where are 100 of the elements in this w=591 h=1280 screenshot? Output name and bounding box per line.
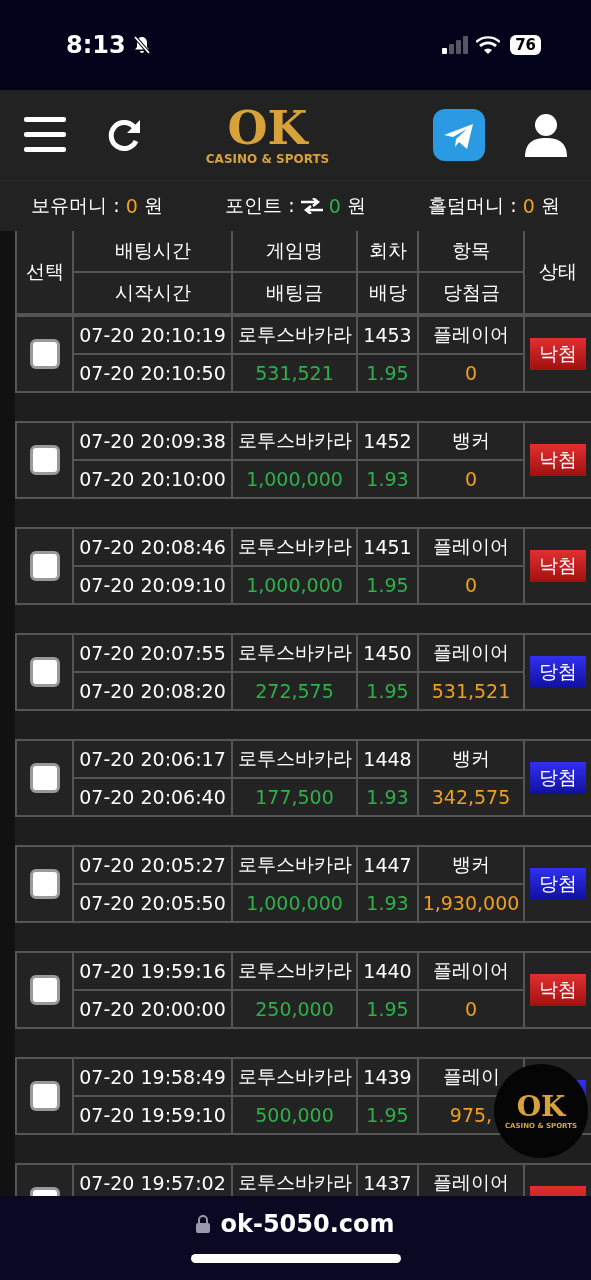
balance-value: 0 bbox=[328, 195, 341, 217]
game-name-cell: 로투스바카라 bbox=[233, 423, 356, 459]
payout-cell: 0 bbox=[419, 567, 523, 603]
currency-unit: 원 bbox=[346, 193, 366, 218]
row-checkbox[interactable] bbox=[29, 975, 60, 1005]
swap-arrows-icon bbox=[300, 198, 323, 214]
column-header: 배팅금 bbox=[233, 273, 356, 313]
stake-cell: 1,000,000 bbox=[233, 567, 356, 603]
stake-cell: 250,000 bbox=[233, 991, 356, 1027]
column-header: 항목 bbox=[419, 231, 523, 271]
column-header: 당첨금 bbox=[419, 273, 523, 313]
bet-item-cell: 플레이어 bbox=[419, 635, 523, 671]
bet-item-cell: 뱅커 bbox=[419, 423, 523, 459]
stake-cell: 500,000 bbox=[233, 1097, 356, 1133]
bet-time-cell: 07-20 20:08:46 bbox=[74, 529, 231, 565]
bet-item-cell: 뱅커 bbox=[419, 847, 523, 883]
stake-cell: 272,575 bbox=[233, 673, 356, 709]
bet-item-cell: 뱅커 bbox=[419, 741, 523, 777]
column-header: 게임명 bbox=[233, 231, 356, 271]
bet-time-cell: 07-20 20:10:19 bbox=[74, 317, 231, 353]
odds-cell: 1.95 bbox=[358, 567, 417, 603]
bet-time-cell: 07-20 19:58:49 bbox=[74, 1059, 231, 1095]
logo-mark: OK bbox=[227, 104, 308, 152]
round-cell: 1448 bbox=[358, 741, 417, 777]
odds-cell: 1.93 bbox=[358, 779, 417, 815]
start-time-cell: 07-20 19:59:10 bbox=[74, 1097, 231, 1133]
currency-unit: 원 bbox=[143, 193, 163, 218]
start-time-cell: 07-20 20:10:00 bbox=[74, 461, 231, 497]
row-checkbox[interactable] bbox=[29, 339, 60, 369]
round-cell: 1450 bbox=[358, 635, 417, 671]
status-badge: 낙첨 bbox=[530, 550, 586, 582]
status-badge: 낙첨 bbox=[530, 444, 586, 476]
start-time-cell: 07-20 20:08:20 bbox=[74, 673, 231, 709]
bet-time-cell: 07-20 19:59:16 bbox=[74, 953, 231, 989]
status-badge: 당첨 bbox=[530, 656, 586, 688]
balance-value: 0 bbox=[522, 195, 535, 217]
game-name-cell: 로투스바카라 bbox=[233, 529, 356, 565]
stake-cell: 1,000,000 bbox=[233, 885, 356, 921]
row-checkbox[interactable] bbox=[29, 869, 60, 899]
wifi-icon bbox=[476, 36, 501, 54]
game-name-cell: 로투스바카라 bbox=[233, 1059, 356, 1095]
start-time-cell: 07-20 20:00:00 bbox=[74, 991, 231, 1027]
odds-cell: 1.93 bbox=[358, 885, 417, 921]
bet-time-cell: 07-20 20:06:17 bbox=[74, 741, 231, 777]
bet-time-cell: 07-20 20:07:55 bbox=[74, 635, 231, 671]
refresh-icon[interactable] bbox=[106, 117, 142, 153]
round-cell: 1440 bbox=[358, 953, 417, 989]
url-text[interactable]: ok-5050.com bbox=[220, 1210, 395, 1238]
game-name-cell: 로투스바카라 bbox=[233, 317, 356, 353]
payout-cell: 0 bbox=[419, 355, 523, 391]
payout-cell: 1,930,000 bbox=[419, 885, 523, 921]
column-header: 상태 bbox=[525, 231, 591, 313]
odds-cell: 1.95 bbox=[358, 355, 417, 391]
signal-icon bbox=[442, 36, 471, 54]
menu-icon[interactable] bbox=[24, 117, 66, 153]
user-icon[interactable] bbox=[525, 113, 567, 157]
payout-cell: 531,521 bbox=[419, 673, 523, 709]
game-name-cell: 로투스바카라 bbox=[233, 635, 356, 671]
round-cell: 1453 bbox=[358, 317, 417, 353]
column-header: 시작시간 bbox=[74, 273, 231, 313]
column-header: 배당 bbox=[358, 273, 417, 313]
status-badge: 당첨 bbox=[530, 762, 586, 794]
stake-cell: 177,500 bbox=[233, 779, 356, 815]
row-checkbox[interactable] bbox=[29, 657, 60, 687]
payout-cell: 0 bbox=[419, 991, 523, 1027]
row-checkbox[interactable] bbox=[29, 763, 60, 793]
clock-time: 8:13 bbox=[66, 31, 126, 59]
row-checkbox[interactable] bbox=[29, 551, 60, 581]
lock-icon bbox=[196, 1215, 211, 1233]
column-header: 배팅시간 bbox=[74, 231, 231, 271]
bet-item-cell: 플레이어 bbox=[419, 317, 523, 353]
odds-cell: 1.95 bbox=[358, 1097, 417, 1133]
balance-label: 포인트 : bbox=[225, 193, 295, 218]
column-header: 회차 bbox=[358, 231, 417, 271]
bet-item-cell: 플레이어 bbox=[419, 529, 523, 565]
game-name-cell: 로투스바카라 bbox=[233, 847, 356, 883]
row-checkbox[interactable] bbox=[29, 1081, 60, 1111]
round-cell: 1452 bbox=[358, 423, 417, 459]
round-cell: 1451 bbox=[358, 529, 417, 565]
battery-level: 76 bbox=[510, 35, 541, 55]
bet-item-cell: 플레이어 bbox=[419, 1165, 523, 1196]
bet-time-cell: 07-20 19:57:02 bbox=[74, 1165, 231, 1196]
bet-item-cell: 플레이어 bbox=[419, 953, 523, 989]
status-badge: 낙첨 bbox=[530, 338, 586, 370]
muted-bell-icon bbox=[131, 35, 152, 55]
stake-cell: 531,521 bbox=[233, 355, 356, 391]
stake-cell: 1,000,000 bbox=[233, 461, 356, 497]
odds-cell: 1.95 bbox=[358, 673, 417, 709]
column-header: 선택 bbox=[17, 231, 72, 313]
balance-label: 홀덤머니 : bbox=[428, 193, 517, 218]
currency-unit: 원 bbox=[540, 193, 560, 218]
game-name-cell: 로투스바카라 bbox=[233, 741, 356, 777]
game-name-cell: 로투스바카라 bbox=[233, 953, 356, 989]
payout-cell: 342,575 bbox=[419, 779, 523, 815]
start-time-cell: 07-20 20:06:40 bbox=[74, 779, 231, 815]
round-cell: 1439 bbox=[358, 1059, 417, 1095]
odds-cell: 1.95 bbox=[358, 991, 417, 1027]
bet-time-cell: 07-20 20:09:38 bbox=[74, 423, 231, 459]
row-checkbox[interactable] bbox=[29, 445, 60, 475]
paper-plane-icon[interactable] bbox=[433, 109, 485, 161]
